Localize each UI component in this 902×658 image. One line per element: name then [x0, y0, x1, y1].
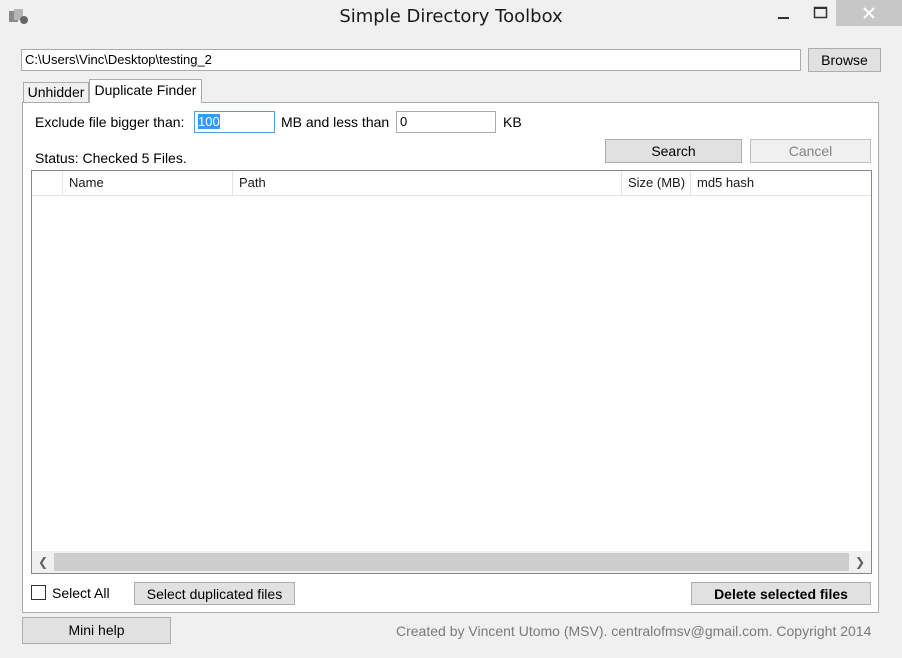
results-list[interactable]: Name Path Size (MB) md5 hash ❮ ❯: [31, 170, 872, 574]
folder-path-input[interactable]: C:\Users\Vinc\Desktop\testing_2: [21, 49, 801, 71]
search-button[interactable]: Search: [605, 139, 742, 163]
maximize-icon: [813, 6, 828, 19]
scroll-right-icon[interactable]: ❯: [849, 551, 871, 573]
tab-duplicate-finder[interactable]: Duplicate Finder: [89, 79, 202, 103]
credit-text: Created by Vincent Utomo (MSV). centralo…: [396, 623, 872, 639]
column-header-size[interactable]: Size (MB): [622, 171, 691, 195]
column-header-check[interactable]: [32, 171, 63, 195]
scroll-left-icon[interactable]: ❮: [32, 551, 54, 573]
column-header-path[interactable]: Path: [233, 171, 622, 195]
select-all-checkbox[interactable]: [31, 585, 46, 600]
scroll-thumb[interactable]: [54, 553, 849, 571]
min-size-input[interactable]: 0: [396, 111, 496, 133]
minimize-button[interactable]: [760, 0, 806, 30]
kb-label: KB: [503, 114, 522, 130]
close-button[interactable]: [836, 0, 902, 26]
browse-button[interactable]: Browse: [808, 48, 881, 72]
column-header-md5[interactable]: md5 hash: [691, 171, 871, 195]
minimize-icon: [778, 17, 789, 19]
max-size-value: 100: [198, 114, 220, 129]
mini-help-button[interactable]: Mini help: [22, 617, 171, 644]
max-size-input[interactable]: 100: [194, 111, 275, 133]
column-header-name[interactable]: Name: [63, 171, 233, 195]
list-header: Name Path Size (MB) md5 hash: [32, 171, 871, 196]
exclude-label: Exclude file bigger than:: [35, 114, 185, 130]
horizontal-scrollbar[interactable]: ❮ ❯: [32, 551, 871, 573]
select-duplicated-button[interactable]: Select duplicated files: [134, 582, 295, 605]
mb-label: MB and less than: [281, 114, 390, 130]
tab-unhidder[interactable]: Unhidder: [23, 82, 89, 102]
close-icon: [863, 7, 875, 19]
cancel-button[interactable]: Cancel: [750, 139, 871, 163]
status-text: Status: Checked 5 Files.: [35, 150, 187, 166]
delete-selected-button[interactable]: Delete selected files: [691, 582, 871, 605]
maximize-button[interactable]: [806, 0, 834, 30]
select-all-label[interactable]: Select All: [52, 585, 110, 601]
